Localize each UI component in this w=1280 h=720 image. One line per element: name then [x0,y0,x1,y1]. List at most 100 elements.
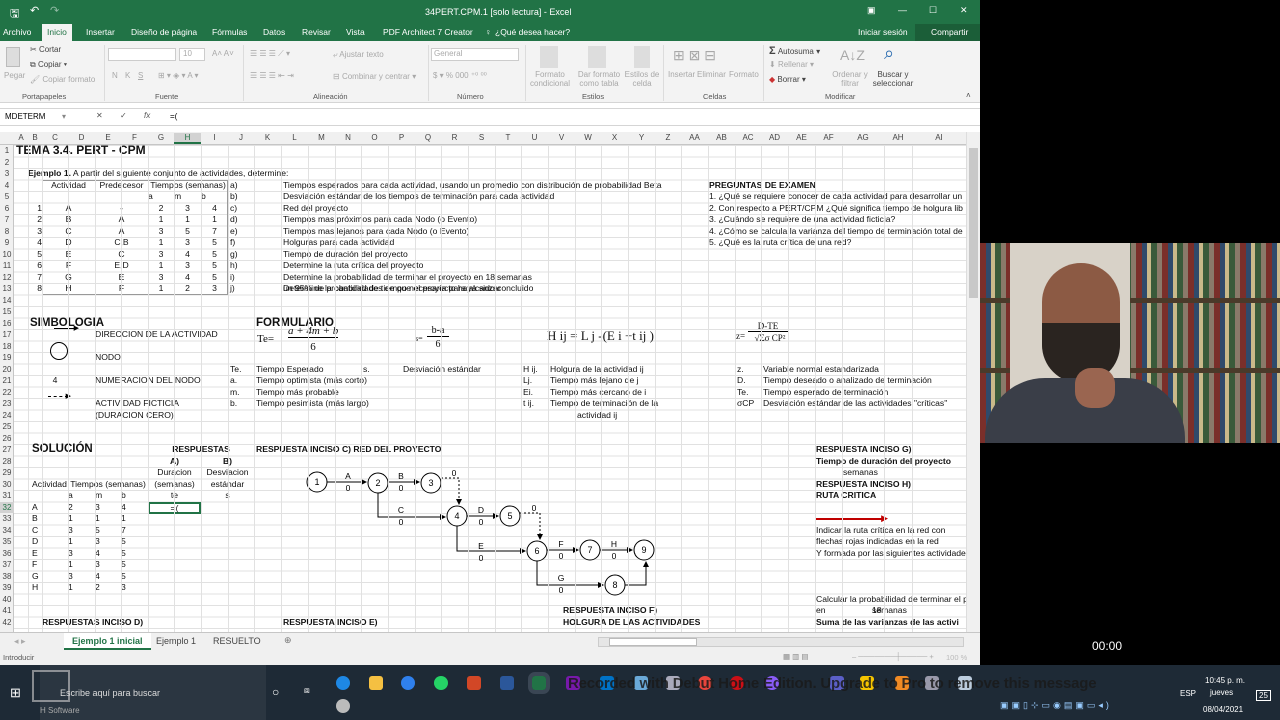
row-header[interactable]: 34 [0,525,14,537]
row-header[interactable]: 8 [0,226,14,238]
cell-styles-button[interactable]: Estilos de celda [624,70,660,88]
row-header[interactable]: 38 [0,571,14,583]
cortana-icon[interactable]: ○ [272,685,279,699]
column-header[interactable]: AH [884,133,912,142]
column-header[interactable]: A [14,133,28,142]
save-icon[interactable]: 🖫 [10,5,19,24]
row-header[interactable]: 23 [0,398,14,410]
number-format-select[interactable]: General [431,48,519,61]
column-header[interactable]: P [388,133,415,142]
column-header[interactable]: B [28,133,42,142]
column-header[interactable]: F [121,133,148,142]
row-header[interactable]: 5 [0,191,14,203]
minimize-button[interactable]: — [898,5,907,15]
wrap-text-button[interactable]: ⤶ Ajustar texto [333,50,384,60]
sheet-tab-ejemplo-1[interactable]: Ejemplo 1 [156,636,196,646]
paste-button[interactable]: Pegar [4,71,25,80]
column-header[interactable]: U [521,133,548,142]
app-icon-7[interactable] [336,699,350,713]
row-header[interactable]: 13 [0,283,14,295]
column-header[interactable]: AC [735,133,761,142]
column-header[interactable]: T [495,133,521,142]
row-header[interactable]: 24 [0,410,14,422]
horizontal-scrollbar[interactable] [598,637,964,647]
row-header[interactable]: 2 [0,157,14,169]
row-header[interactable]: 7 [0,214,14,226]
row-header[interactable]: 21 [0,375,14,387]
row-header[interactable]: 12 [0,272,14,284]
word-icon[interactable] [500,676,514,690]
tab-inicio[interactable]: Inicio [42,24,72,41]
clock-day[interactable]: jueves [1210,688,1233,697]
name-box[interactable]: MDETERM [5,112,45,121]
row-header[interactable]: 9 [0,237,14,249]
column-header[interactable]: O [361,133,388,142]
name-box-dropdown-icon[interactable]: ▾ [62,112,66,121]
sign-in-link[interactable]: Iniciar sesión [858,27,908,37]
edge-icon[interactable] [336,676,350,690]
number-format-icons[interactable]: $ ▾ % 000 ⁺⁰ ⁰⁰ [433,71,487,80]
column-header[interactable]: M [308,133,335,142]
clear-button[interactable]: ◆ Borrar ▾ [769,75,806,84]
row-header[interactable]: 39 [0,582,14,594]
row-header[interactable]: 1 [0,145,14,157]
share-button[interactable]: Compartir [915,24,980,41]
format-cells-button[interactable]: Formato [729,70,759,79]
column-header[interactable]: AF [815,133,842,142]
row-header[interactable]: 14 [0,295,14,307]
row-header[interactable]: 35 [0,536,14,548]
column-header[interactable]: G [148,133,174,142]
cut-button[interactable]: ✂ Cortar [30,45,61,54]
tab-revisar[interactable]: Revisar [302,27,331,37]
column-header[interactable]: AB [708,133,735,142]
zoom-slider[interactable]: – ───────┼───── + [852,652,934,661]
column-header[interactable]: I [201,133,228,142]
column-header[interactable]: AE [788,133,815,142]
cancel-icon[interactable]: ✕ [96,111,103,120]
tab-diseno[interactable]: Diseño de página [131,27,197,37]
windows-start-icon[interactable]: ⊞ [10,685,21,701]
hscroll-thumb[interactable] [609,638,697,646]
align-top-icons[interactable]: ☰ ☰ ☰ ⟋ ▾ [250,49,290,59]
tell-me-input[interactable]: ¿Qué desea hacer? [495,27,570,37]
collapse-ribbon-icon[interactable]: ˄ [966,91,971,100]
zoom-level[interactable]: 100 % [946,653,967,662]
font-name-input[interactable] [108,48,176,61]
prev-sheet-icon[interactable]: ◂ ▸ [14,636,26,647]
tab-datos[interactable]: Datos [263,27,285,37]
tray-icons[interactable]: ▣▣▯⊹▭◉▤▣▭◂) [1000,700,1112,711]
clock-date[interactable]: 08/04/2021 [1203,705,1243,714]
whatsapp-icon[interactable] [434,676,448,690]
column-header[interactable]: D [68,133,95,142]
column-header[interactable]: L [281,133,308,142]
font-grow-icon[interactable]: A˄ A˅ [212,49,234,58]
row-header[interactable]: 29 [0,467,14,479]
row-header[interactable]: 28 [0,456,14,468]
enter-icon[interactable]: ✓ [120,111,127,120]
format-painter-button[interactable]: 🖌 Copiar formato [30,75,95,84]
row-header[interactable]: 19 [0,352,14,364]
column-header[interactable]: AI [912,133,966,142]
row-header[interactable]: 31 [0,490,14,502]
row-header[interactable]: 25 [0,421,14,433]
find-select-button[interactable]: Buscar y seleccionar [868,70,918,88]
tab-formulas[interactable]: Fórmulas [212,27,247,37]
tab-archivo[interactable]: Archivo [3,27,31,37]
row-header[interactable]: 4 [0,180,14,192]
column-header[interactable]: C [42,133,68,142]
row-header[interactable]: 27 [0,444,14,456]
tab-vista[interactable]: Vista [346,27,365,37]
row-header[interactable]: 33 [0,513,14,525]
bold-button[interactable]: N [112,71,118,80]
vertical-scrollbar[interactable] [966,132,980,632]
column-header[interactable]: N [335,133,361,142]
tab-insertar[interactable]: Insertar [86,27,115,37]
notification-badge[interactable]: 25 [1256,690,1271,701]
row-header[interactable]: 40 [0,594,14,606]
column-header[interactable]: S [468,133,495,142]
redo-icon[interactable]: ↷ [50,4,59,17]
tab-pdf-architect[interactable]: PDF Architect 7 Creator [383,27,473,37]
excel-taskbar-icon[interactable] [528,672,550,694]
row-header[interactable]: 32 [0,501,14,513]
copy-button[interactable]: ⧉ Copiar ▾ [30,60,67,70]
